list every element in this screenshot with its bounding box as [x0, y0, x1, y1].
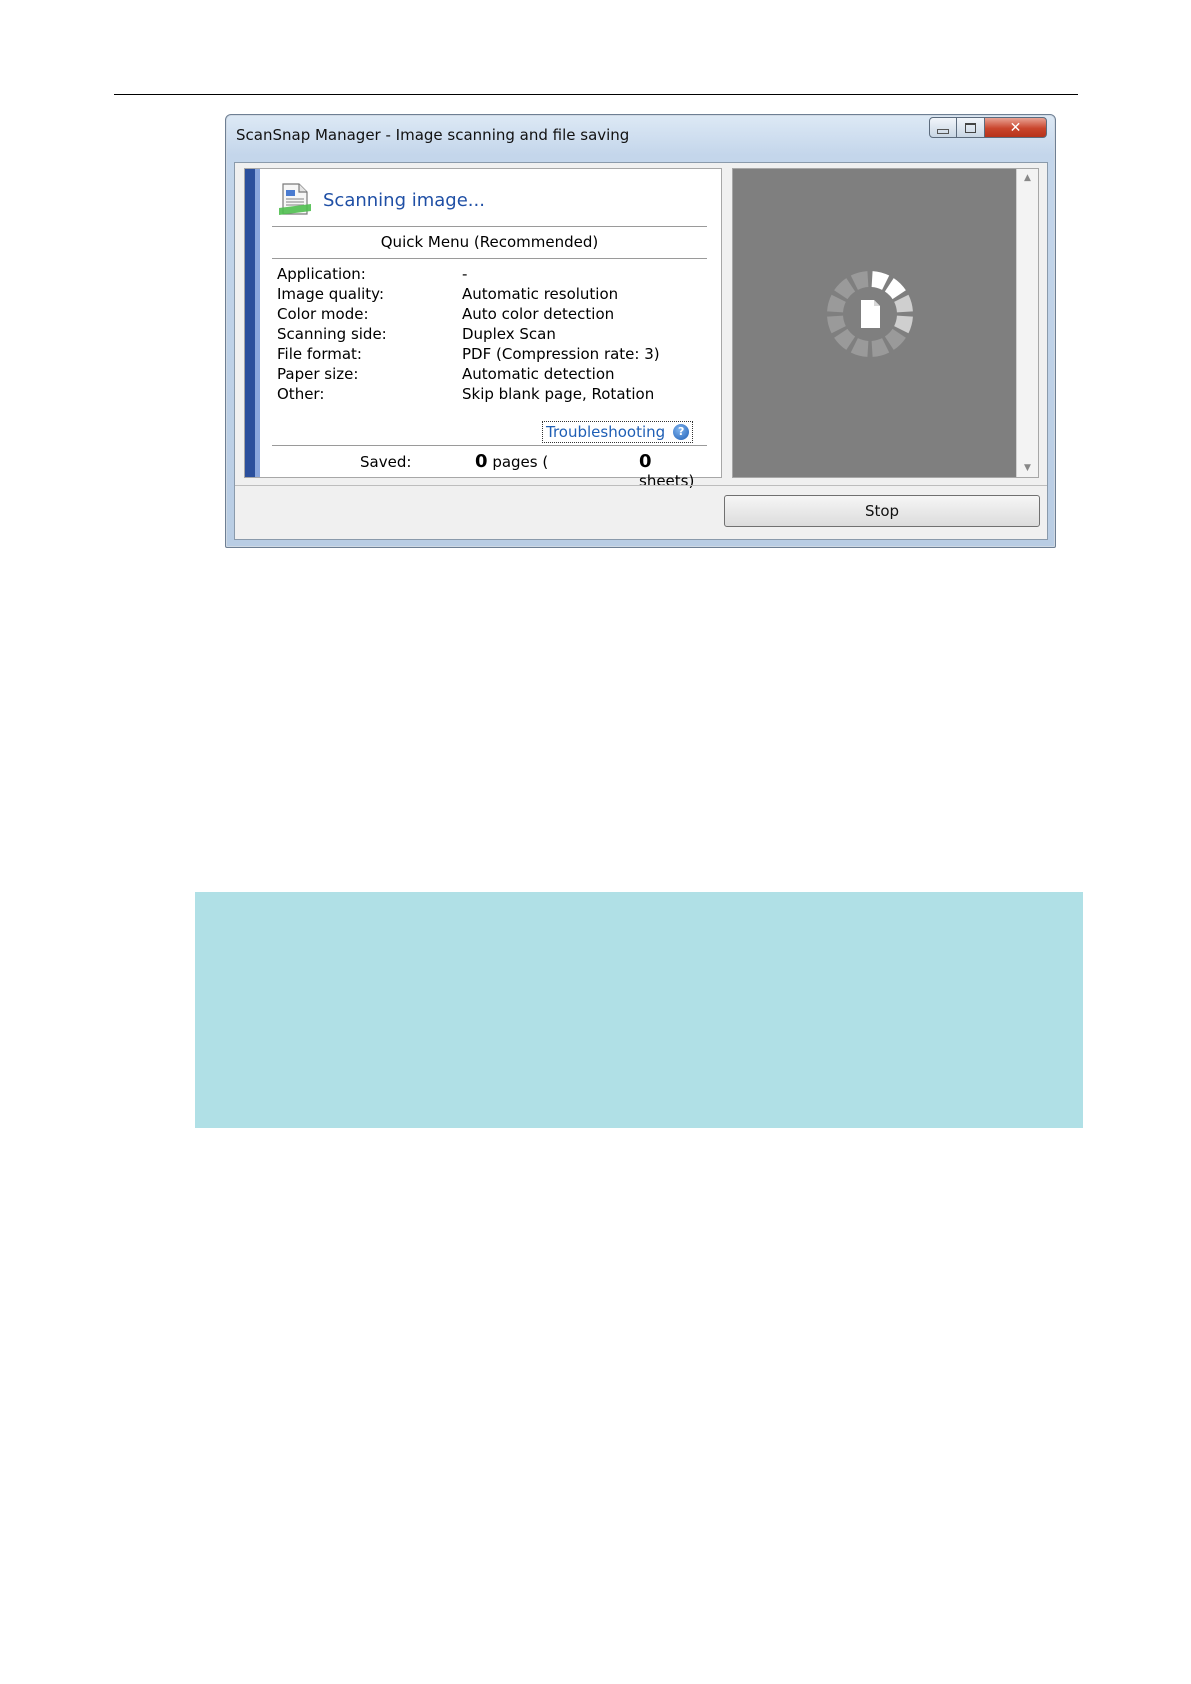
- preview-scrollbar[interactable]: ▲ ▼: [1016, 169, 1038, 477]
- setting-row: Scanning side: Duplex Scan: [277, 325, 697, 345]
- setting-label: Application:: [277, 265, 366, 283]
- spinner-segment: [834, 278, 856, 300]
- title-bar[interactable]: ScanSnap Manager - Image scanning and fi…: [226, 115, 1055, 153]
- setting-label: Image quality:: [277, 285, 385, 303]
- divider: [235, 485, 1047, 486]
- minimize-button[interactable]: [929, 117, 957, 138]
- minimize-icon: [937, 129, 949, 134]
- loading-spinner-icon: [825, 269, 915, 359]
- setting-row: File format: PDF (Compression rate: 3): [277, 345, 697, 365]
- scan-document-icon: [277, 182, 313, 218]
- setting-value: PDF (Compression rate: 3): [462, 345, 660, 363]
- stop-button[interactable]: Stop: [724, 495, 1040, 527]
- window-client-area: Scanning image... Quick Menu (Recommende…: [234, 162, 1048, 540]
- spinner-segment: [871, 338, 890, 357]
- setting-value: Automatic detection: [462, 365, 615, 383]
- accent-bar: [245, 169, 260, 477]
- setting-label: Other:: [277, 385, 325, 403]
- setting-label: Scanning side:: [277, 325, 387, 343]
- setting-label: File format:: [277, 345, 362, 363]
- spinner-segment: [827, 294, 846, 313]
- troubleshooting-link[interactable]: Troubleshooting ?: [542, 421, 694, 443]
- window-title: ScanSnap Manager - Image scanning and fi…: [236, 126, 630, 144]
- spinner-document-fold: [874, 300, 880, 306]
- close-icon: ✕: [1009, 119, 1022, 136]
- setting-value: Duplex Scan: [462, 325, 556, 343]
- setting-value: Automatic resolution: [462, 285, 619, 303]
- spinner-segment: [834, 328, 856, 350]
- profile-name: Quick Menu (Recommended): [380, 233, 599, 251]
- setting-label: Paper size:: [277, 365, 359, 383]
- spinner-segment: [894, 315, 913, 334]
- setting-row: Application: -: [277, 265, 697, 285]
- pages-count: 0: [475, 451, 488, 472]
- divider: [272, 445, 707, 446]
- spinner-segment: [884, 328, 906, 350]
- status-text: Scanning image...: [323, 189, 485, 211]
- setting-value: -: [462, 265, 468, 283]
- spinner-segment: [850, 338, 869, 357]
- setting-row: Image quality: Automatic resolution: [277, 285, 697, 305]
- saved-pages: 0 pages (: [475, 451, 548, 472]
- image-preview-pane: ▲ ▼: [732, 168, 1039, 478]
- help-icon: ?: [673, 424, 690, 440]
- sheets-count: 0: [639, 451, 652, 472]
- setting-row: Color mode: Auto color detection: [277, 305, 697, 325]
- spinner-segment: [850, 271, 869, 290]
- setting-value: Auto color detection: [462, 305, 615, 323]
- setting-label: Color mode:: [277, 305, 369, 323]
- setting-value: Skip blank page, Rotation: [462, 385, 655, 403]
- maximize-button[interactable]: [957, 117, 985, 138]
- status-row: Scanning image...: [277, 179, 485, 221]
- close-button[interactable]: ✕: [985, 117, 1047, 138]
- maximize-icon: [965, 122, 976, 133]
- saved-label: Saved:: [360, 453, 412, 471]
- scroll-down-icon[interactable]: ▼: [1017, 463, 1038, 473]
- settings-list: Application: - Image quality: Automatic …: [277, 265, 697, 405]
- pages-text: pages (: [492, 453, 549, 471]
- troubleshooting-label: Troubleshooting: [546, 423, 666, 441]
- window-controls: ✕: [929, 117, 1047, 139]
- scansnap-window: ScanSnap Manager - Image scanning and fi…: [225, 114, 1056, 548]
- scroll-up-icon[interactable]: ▲: [1017, 173, 1038, 183]
- spinner-segment: [871, 271, 890, 290]
- page-header-rule: [114, 94, 1078, 95]
- note-box: [195, 892, 1083, 1128]
- divider: [272, 258, 707, 259]
- scan-info-panel: Scanning image... Quick Menu (Recommende…: [244, 168, 722, 490]
- saved-counter: Saved: 0 pages ( 0 sheets): [272, 450, 707, 490]
- setting-row: Other: Skip blank page, Rotation: [277, 385, 697, 405]
- spinner-segment: [894, 294, 913, 313]
- spinner-segment: [827, 315, 846, 334]
- divider: [272, 226, 707, 227]
- sheets-text: sheets): [639, 472, 695, 490]
- setting-row: Paper size: Automatic detection: [277, 365, 697, 385]
- spinner-segment: [884, 278, 906, 300]
